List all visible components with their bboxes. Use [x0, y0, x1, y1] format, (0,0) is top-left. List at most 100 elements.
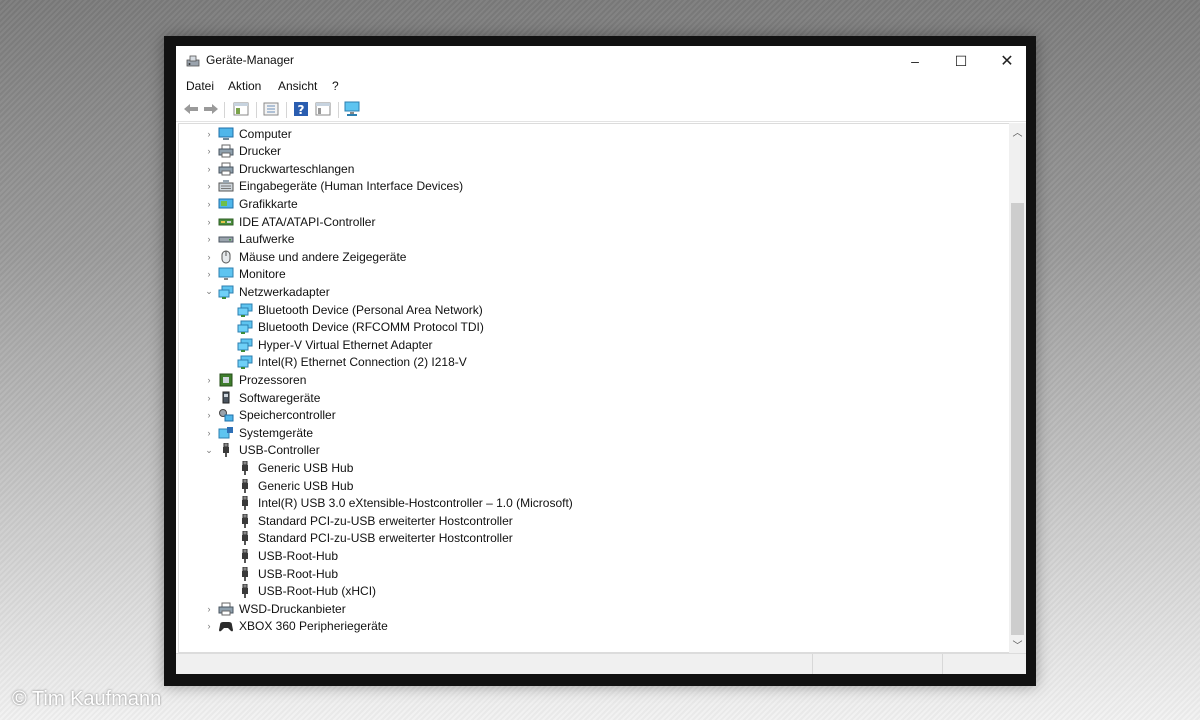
- tree-device-label: USB-Root-Hub (xHCI): [258, 584, 377, 599]
- monitor-icon: [218, 267, 234, 281]
- scroll-up-arrow[interactable]: ︿: [1009, 123, 1026, 140]
- tree-category-prozessoren[interactable]: › Prozessoren: [208, 371, 307, 388]
- toolbar-separator: [286, 102, 287, 118]
- tree-category-wsd-druckanbieter[interactable]: › WSD-Druckanbieter: [208, 600, 346, 617]
- tree-category-computer[interactable]: › Computer: [208, 125, 292, 142]
- tree-device-item[interactable]: Bluetooth Device (RFCOMM Protocol TDI): [237, 319, 484, 336]
- console-tree-icon[interactable]: [262, 100, 280, 118]
- toolbar-separator: [256, 102, 257, 118]
- menu-aktion[interactable]: Aktion: [228, 79, 261, 93]
- list-view-icon[interactable]: [314, 100, 332, 118]
- tree-device-item[interactable]: USB-Root-Hub: [237, 565, 338, 582]
- tree-category-grafikkarte[interactable]: › Grafikkarte: [208, 195, 298, 212]
- title-bar[interactable]: Geräte-Manager – ☐ ✕: [176, 46, 1026, 76]
- tree-category-ide-ata-atapi-controller[interactable]: › IDE ATA/ATAPI-Controller: [208, 213, 376, 230]
- usb-plug-icon: [237, 583, 253, 599]
- tree-device-item[interactable]: Standard PCI-zu-USB erweiterter Hostcont…: [237, 512, 513, 529]
- tree-device-item[interactable]: Generic USB Hub: [237, 459, 353, 476]
- tree-category-softwareger-te[interactable]: › Softwaregeräte: [208, 389, 321, 406]
- tree-device-item[interactable]: Hyper-V Virtual Ethernet Adapter: [237, 336, 433, 353]
- forward-arrow-icon[interactable]: [202, 100, 220, 118]
- device-manager-icon: [186, 55, 200, 67]
- chevron-right-icon[interactable]: ›: [203, 195, 215, 212]
- tree-device-item[interactable]: Bluetooth Device (Personal Area Network): [237, 301, 483, 318]
- scroll-down-arrow[interactable]: ﹀: [1009, 636, 1026, 653]
- tree-category-label: Laufwerke: [239, 232, 295, 247]
- tree-device-item[interactable]: Standard PCI-zu-USB erweiterter Hostcont…: [237, 530, 513, 547]
- chevron-right-icon[interactable]: ›: [203, 389, 215, 406]
- tree-device-label: Intel(R) USB 3.0 eXtensible-Hostcontroll…: [258, 496, 573, 511]
- computer-monitor-icon[interactable]: [344, 100, 362, 118]
- chevron-down-icon[interactable]: ⌄: [203, 442, 215, 459]
- close-button[interactable]: ✕: [984, 46, 1026, 76]
- tree-category-laufwerke[interactable]: › Laufwerke: [208, 231, 295, 248]
- chevron-right-icon[interactable]: ›: [203, 143, 215, 160]
- storage-controller-icon: [218, 408, 234, 422]
- tree-device-item[interactable]: Intel(R) Ethernet Connection (2) I218-V: [237, 354, 467, 371]
- scrollbar-thumb[interactable]: [1011, 203, 1024, 635]
- chevron-right-icon[interactable]: ›: [203, 600, 215, 617]
- network-adapter-icon: [218, 285, 234, 299]
- tree-device-item[interactable]: USB-Root-Hub (xHCI): [237, 583, 376, 600]
- tree-category-systemger-te[interactable]: › Systemgeräte: [208, 424, 314, 441]
- back-arrow-icon[interactable]: [182, 100, 200, 118]
- network-adapter-icon: [237, 320, 253, 335]
- properties-view-icon[interactable]: [232, 100, 250, 118]
- usb-plug-icon: [218, 442, 234, 458]
- tree-device-label: Bluetooth Device (Personal Area Network): [258, 302, 483, 317]
- chevron-right-icon[interactable]: ›: [203, 371, 215, 388]
- tree-device-item[interactable]: Intel(R) USB 3.0 eXtensible-Hostcontroll…: [237, 495, 573, 512]
- usb-plug-icon: [237, 460, 253, 475]
- chevron-right-icon[interactable]: ›: [203, 231, 215, 248]
- chevron-right-icon[interactable]: ›: [203, 178, 215, 195]
- tree-category-xbox-360-peripherieger-te[interactable]: › XBOX 360 Peripheriegeräte: [208, 618, 388, 635]
- tree-category-druckwarteschlangen[interactable]: › Druckwarteschlangen: [208, 160, 355, 177]
- usb-plug-icon: [237, 566, 253, 581]
- chevron-right-icon[interactable]: ›: [203, 424, 215, 441]
- chevron-right-icon[interactable]: ›: [203, 407, 215, 424]
- tree-device-item[interactable]: USB-Root-Hub: [237, 547, 338, 564]
- display-adapter-icon: [218, 197, 234, 211]
- chevron-right-icon[interactable]: ›: [203, 160, 215, 177]
- vertical-scrollbar[interactable]: ︿ ﹀: [1009, 123, 1026, 653]
- maximize-button[interactable]: ☐: [938, 46, 984, 76]
- network-adapter-icon: [237, 355, 253, 370]
- chevron-right-icon[interactable]: ›: [203, 213, 215, 230]
- tree-category-speichercontroller[interactable]: › Speichercontroller: [208, 407, 336, 424]
- tree-category-label: Computer: [239, 126, 292, 141]
- menu-help[interactable]: ?: [332, 79, 339, 93]
- tree-device-label: Standard PCI-zu-USB erweiterter Hostcont…: [258, 531, 513, 546]
- chevron-right-icon[interactable]: ›: [203, 248, 215, 265]
- network-adapter-icon: [237, 338, 253, 352]
- tree-category-usb-controller[interactable]: ⌄ USB-Controller: [205, 442, 320, 459]
- window-title: Geräte-Manager: [206, 53, 295, 67]
- tree-category-m-use-und-andere-zeigeger-te[interactable]: › Mäuse und andere Zeigegeräte: [208, 248, 407, 265]
- tree-category-label: Softwaregeräte: [239, 390, 321, 405]
- tree-device-label: Bluetooth Device (RFCOMM Protocol TDI): [258, 320, 484, 335]
- tree-category-label: Monitore: [239, 267, 286, 282]
- minimize-button[interactable]: –: [892, 46, 938, 76]
- device-manager-window: Geräte-Manager – ☐ ✕ Datei Aktion Ansich…: [176, 46, 1026, 674]
- tree-category-monitore[interactable]: › Monitore: [208, 266, 286, 283]
- tree-category-netzwerkadapter[interactable]: ⌄ Netzwerkadapter: [205, 283, 330, 300]
- print-queue-icon: [218, 162, 234, 176]
- tree-category-label: Eingabegeräte (Human Interface Devices): [239, 179, 464, 194]
- menu-datei[interactable]: Datei: [186, 79, 214, 93]
- svg-text:?: ?: [298, 103, 305, 117]
- menu-bar: Datei Aktion Ansicht ?: [176, 76, 1026, 96]
- chevron-down-icon[interactable]: ⌄: [203, 283, 215, 300]
- status-bar: [176, 653, 1026, 674]
- wsd-printer-icon: [218, 602, 234, 616]
- chevron-right-icon[interactable]: ›: [203, 266, 215, 283]
- gamepad-icon: [218, 619, 234, 633]
- menu-ansicht[interactable]: Ansicht: [278, 79, 317, 93]
- tree-category-drucker[interactable]: › Drucker: [208, 143, 282, 160]
- tree-device-item[interactable]: Generic USB Hub: [237, 477, 353, 494]
- help-icon[interactable]: ?: [292, 100, 310, 118]
- processor-icon: [218, 373, 234, 387]
- tree-category-label: Mäuse und andere Zeigegeräte: [239, 249, 407, 264]
- device-tree[interactable]: › Computer › Drucker › Druckwarteschlangen › Ei…: [178, 123, 1010, 653]
- tree-category-eingabeger-te-human-interface-devices[interactable]: › Eingabegeräte (Human Interface Devices): [208, 178, 464, 195]
- chevron-right-icon[interactable]: ›: [203, 125, 215, 142]
- chevron-right-icon[interactable]: ›: [203, 618, 215, 635]
